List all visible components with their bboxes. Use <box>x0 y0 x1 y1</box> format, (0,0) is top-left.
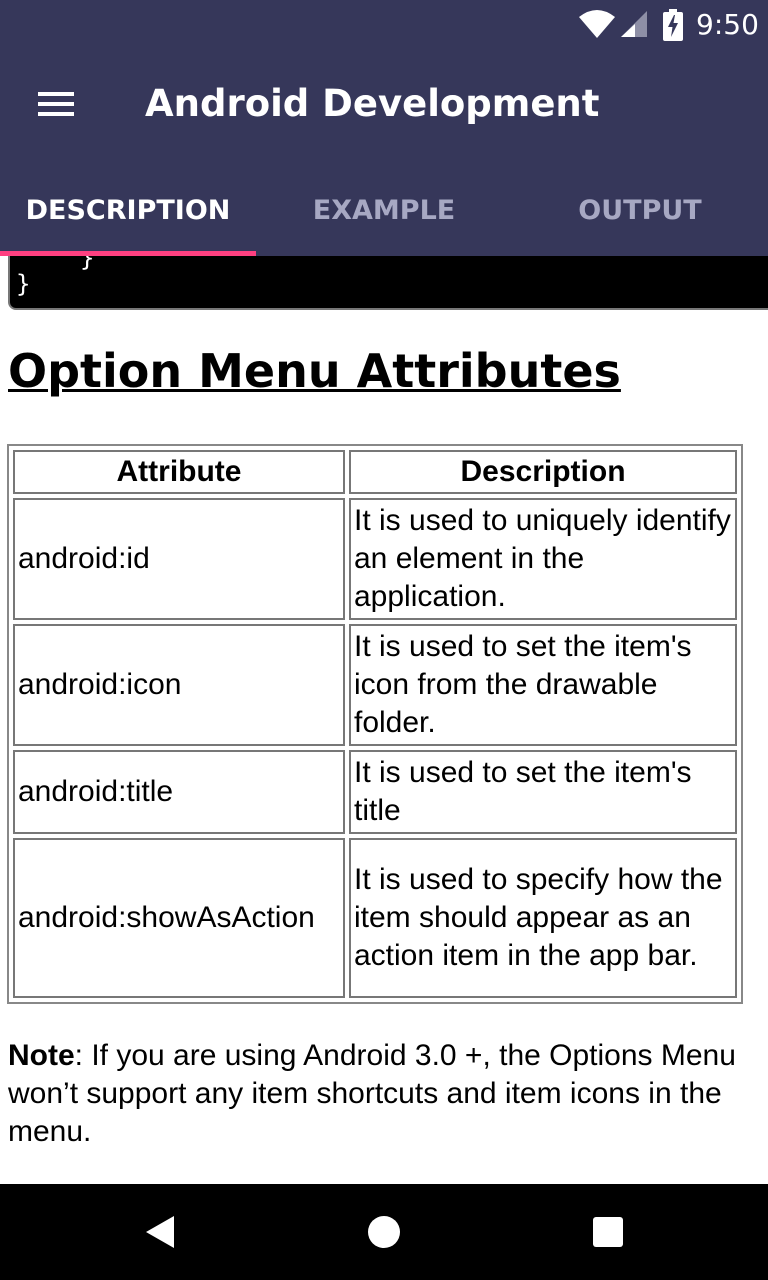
status-time: 9:50 <box>696 8 759 41</box>
code-block: } } <box>8 256 768 310</box>
description-cell: It is used to specify how the item shoul… <box>349 838 737 998</box>
content-area[interactable]: } } Option Menu Attributes Attribute Des… <box>0 256 768 1184</box>
tab-bar: DESCRIPTION EXAMPLE OUTPUT <box>0 164 768 256</box>
signal-icon <box>621 11 647 37</box>
app-title: Android Development <box>145 82 600 125</box>
app-bar: Android Development <box>0 50 768 164</box>
home-icon[interactable] <box>366 1214 402 1250</box>
description-cell: It is used to set the item's icon from t… <box>349 624 737 746</box>
hamburger-menu-icon[interactable] <box>24 78 88 130</box>
back-icon[interactable] <box>142 1214 178 1250</box>
table-row: android:title It is used to set the item… <box>13 750 737 834</box>
tab-output[interactable]: OUTPUT <box>512 164 768 256</box>
note-paragraph: Note: If you are using Android 3.0 +, th… <box>8 1037 748 1151</box>
section-heading: Option Menu Attributes <box>8 344 621 398</box>
table-row: android:id It is used to uniquely identi… <box>13 498 737 620</box>
attributes-table: Attribute Description android:id It is u… <box>7 444 743 1004</box>
table-header-description: Description <box>349 450 737 494</box>
navigation-bar <box>0 1184 768 1280</box>
status-bar: 9:50 <box>0 0 768 50</box>
note-text: : If you are using Android 3.0 +, the Op… <box>8 1039 736 1148</box>
table-row: android:showAsAction It is used to speci… <box>13 838 737 998</box>
description-cell: It is used to set the item's title <box>349 750 737 834</box>
tab-description[interactable]: DESCRIPTION <box>0 164 256 256</box>
description-cell: It is used to uniquely identify an eleme… <box>349 498 737 620</box>
table-header-attribute: Attribute <box>13 450 345 494</box>
attribute-cell: android:title <box>13 750 345 834</box>
attribute-cell: android:showAsAction <box>13 838 345 998</box>
attribute-cell: android:icon <box>13 624 345 746</box>
attribute-cell: android:id <box>13 498 345 620</box>
recents-icon[interactable] <box>592 1216 624 1248</box>
table-header-row: Attribute Description <box>13 450 737 494</box>
code-line: } <box>16 270 31 298</box>
note-label: Note <box>8 1039 75 1072</box>
tab-example[interactable]: EXAMPLE <box>256 164 512 256</box>
code-line: } <box>80 256 95 272</box>
table-row: android:icon It is used to set the item'… <box>13 624 737 746</box>
wifi-icon <box>579 10 615 38</box>
battery-charging-icon <box>663 9 683 41</box>
